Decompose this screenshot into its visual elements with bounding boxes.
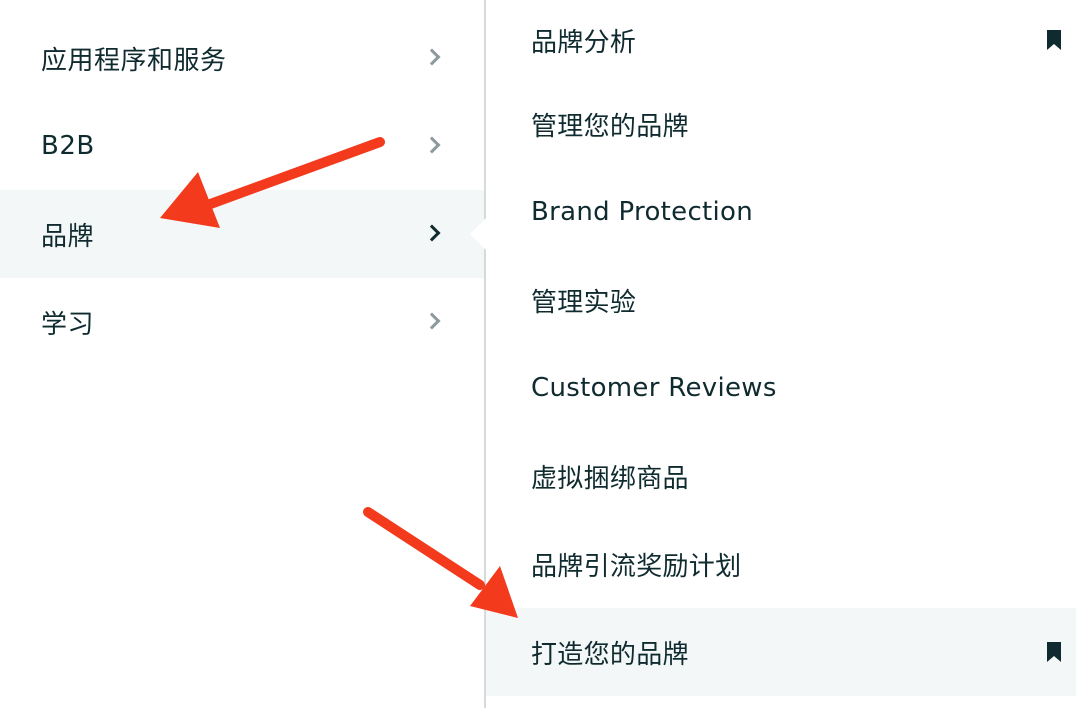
category-item-apps-services[interactable]: 应用程序和服务	[0, 14, 484, 102]
bookmark-icon[interactable]	[1046, 642, 1062, 662]
chevron-right-icon	[423, 48, 441, 66]
category-item-learn[interactable]: 学习	[0, 278, 484, 366]
category-item-b2b[interactable]: B2B	[0, 102, 484, 190]
chevron-right-icon	[423, 136, 441, 154]
submenu-item-manage-brand[interactable]: 管理您的品牌	[486, 80, 1076, 168]
submenu-item-brand-protection[interactable]: Brand Protection	[486, 168, 1076, 256]
submenu-label: Brand Protection	[531, 197, 754, 227]
submenu-item-virtual-bundles[interactable]: 虚拟捆绑商品	[486, 432, 1076, 520]
submenu-item-manage-experiments[interactable]: 管理实验	[486, 256, 1076, 344]
submenu-label: Customer Reviews	[531, 373, 777, 403]
left-category-menu: 应用程序和服务 B2B 品牌 学习	[0, 14, 484, 366]
category-label: 学习	[41, 309, 95, 340]
category-item-brand[interactable]: 品牌	[0, 190, 484, 278]
submenu-item-brand-analytics[interactable]: 品牌分析	[486, 0, 1076, 80]
chevron-right-icon	[423, 312, 441, 330]
active-category-pointer	[470, 218, 486, 250]
submenu-label: 管理实验	[531, 287, 637, 318]
chevron-right-icon	[423, 224, 441, 242]
brand-submenu: 品牌分析 管理您的品牌 Brand Protection 管理实验 Custom…	[486, 0, 1076, 696]
category-label: 应用程序和服务	[41, 45, 227, 76]
submenu-label: 品牌分析	[531, 27, 637, 58]
category-label: B2B	[41, 131, 95, 161]
submenu-label: 管理您的品牌	[531, 111, 689, 142]
submenu-item-build-your-brand[interactable]: 打造您的品牌	[486, 608, 1076, 696]
category-label: 品牌	[41, 221, 95, 252]
submenu-label: 虚拟捆绑商品	[531, 463, 689, 494]
submenu-item-brand-referral-bonus[interactable]: 品牌引流奖励计划	[486, 520, 1076, 608]
submenu-label: 品牌引流奖励计划	[531, 551, 742, 582]
menu-page: 应用程序和服务 B2B 品牌 学习 品牌分析 管理您的品牌 Brand Prot…	[0, 0, 1076, 708]
submenu-label: 打造您的品牌	[531, 639, 689, 670]
submenu-item-customer-reviews[interactable]: Customer Reviews	[486, 344, 1076, 432]
bookmark-icon[interactable]	[1046, 30, 1062, 50]
